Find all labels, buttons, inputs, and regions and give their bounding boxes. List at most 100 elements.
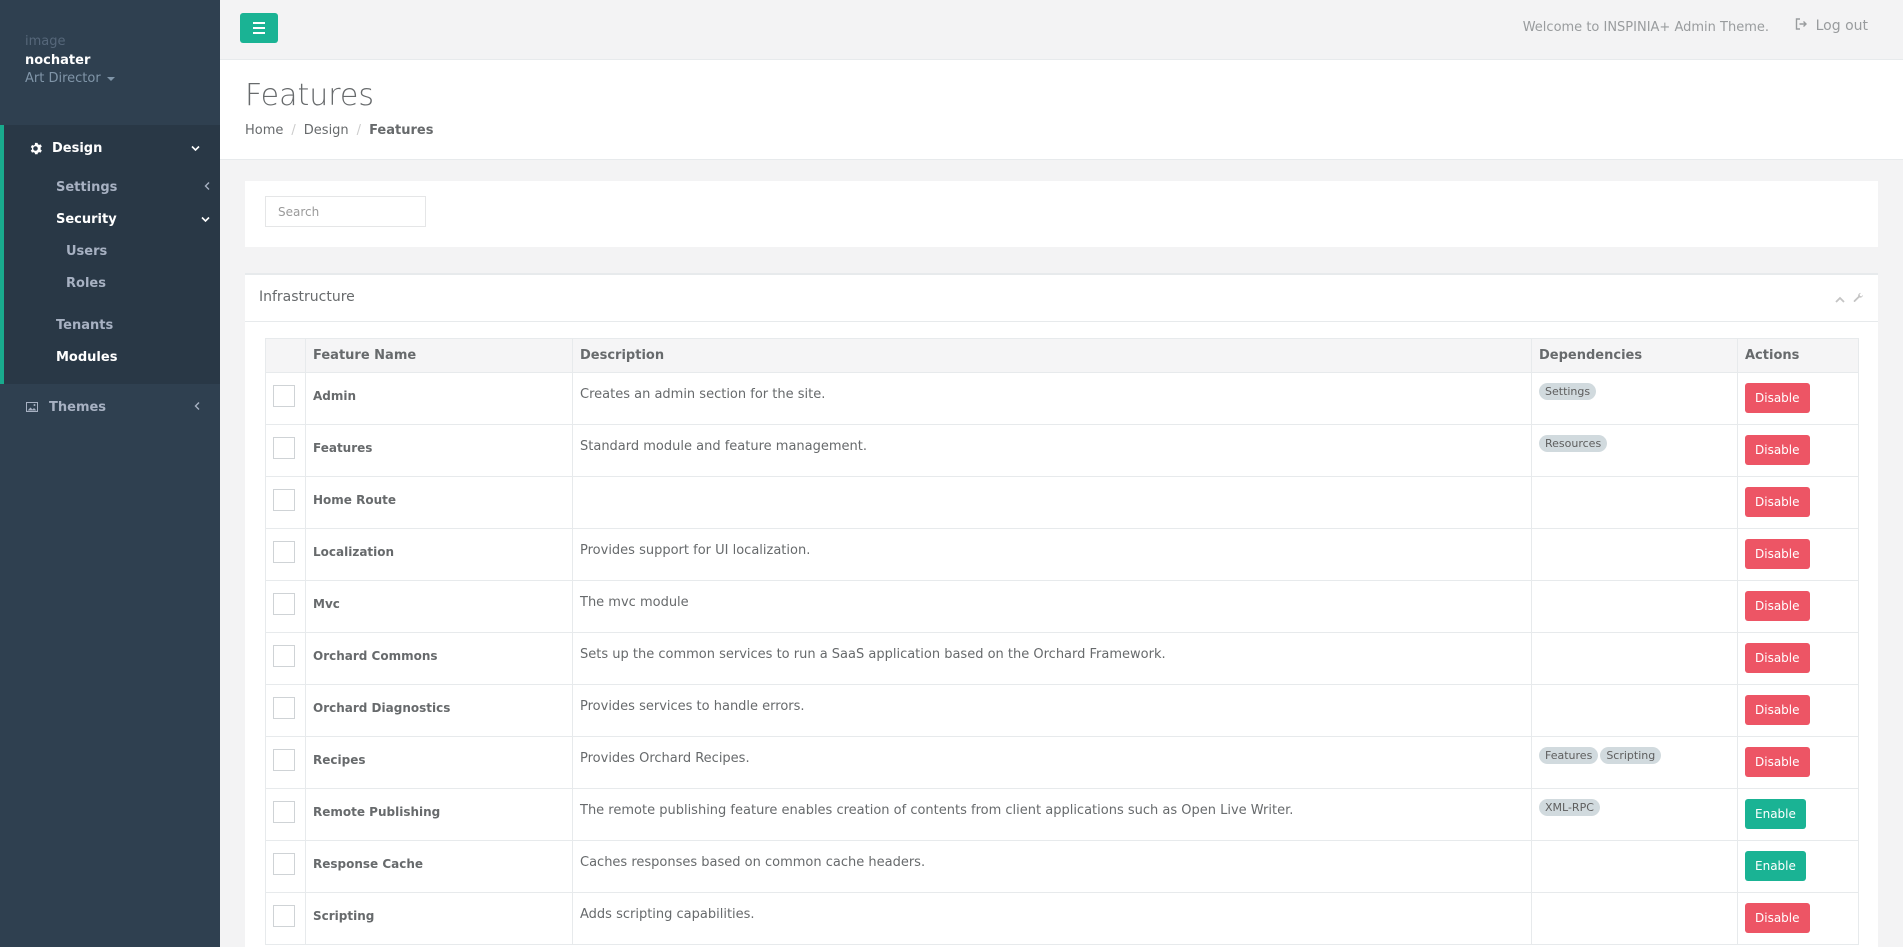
sidebar-item-design[interactable]: Design [4,125,220,171]
dependency-badge: Features [1539,747,1599,764]
feature-name: Orchard Diagnostics [305,684,573,737]
sidebar-group-design: Design Settings Security Users Roles Ten… [0,125,220,384]
gear-icon [28,141,42,155]
disable-button[interactable]: Disable [1745,487,1810,517]
feature-description: Creates an admin section for the site. [572,372,1532,425]
disable-button[interactable]: Disable [1745,435,1810,465]
breadcrumb: Home / Design / Features [245,123,433,138]
wrench-icon[interactable] [1853,292,1864,307]
search-panel [245,181,1878,247]
feature-name: Scripting [305,892,573,945]
chevron-left-icon [194,400,200,415]
select-cell [265,424,306,477]
table-row: Home Route Disable [265,476,1859,529]
breadcrumb-design[interactable]: Design [304,123,349,138]
sidebar-item-security[interactable]: Security [4,203,220,235]
actions-cell: Disable [1737,528,1859,581]
dependencies-cell [1531,580,1738,633]
dependencies-cell [1531,892,1738,945]
feature-description: The mvc module [572,580,1532,633]
column-header-select [265,338,306,373]
sidebar-item-roles[interactable]: Roles [4,267,220,299]
table-row: Remote Publishing The remote publishing f… [265,788,1859,841]
search-input[interactable] [265,196,426,227]
row-checkbox[interactable] [273,749,295,771]
actions-cell: Disable [1737,476,1859,529]
feature-name: Mvc [305,580,573,633]
feature-name: Admin [305,372,573,425]
row-checkbox[interactable] [273,697,295,719]
sidebar-item-label: Settings [56,179,118,195]
dependency-badge: Resources [1539,435,1608,452]
dependencies-cell: Features Scripting [1531,736,1738,789]
feature-description: Provides Orchard Recipes. [572,736,1532,789]
row-checkbox[interactable] [273,801,295,823]
feature-name: Localization [305,528,573,581]
breadcrumb-home[interactable]: Home [245,123,283,138]
feature-name: Orchard Commons [305,632,573,685]
chevron-down-icon [191,141,200,156]
menu-toggle-button[interactable] [240,13,278,43]
actions-cell: Disable [1737,632,1859,685]
enable-button[interactable]: Enable [1745,851,1806,881]
sidebar-item-settings[interactable]: Settings [4,171,220,203]
row-checkbox[interactable] [273,905,295,927]
column-header-feature-name: Feature Name [305,338,573,373]
disable-button[interactable]: Disable [1745,695,1810,725]
table-body: Admin Creates an admin section for the si… [265,372,1859,945]
breadcrumb-separator: / [356,123,362,138]
row-checkbox[interactable] [273,489,295,511]
column-header-actions: Actions [1737,338,1859,373]
dependency-badge: XML-RPC [1539,799,1600,816]
logout-link[interactable]: Log out [1795,18,1868,34]
disable-button[interactable]: Disable [1745,383,1810,413]
table-row: Recipes Provides Orchard Recipes. Features… [265,736,1859,789]
collapse-chevron-up-icon[interactable] [1835,292,1845,307]
disable-button[interactable]: Disable [1745,903,1810,933]
avatar[interactable]: image [25,33,195,50]
page-title: Features [245,78,374,113]
disable-button[interactable]: Disable [1745,643,1810,673]
row-checkbox[interactable] [273,541,295,563]
dependencies-cell [1531,528,1738,581]
caret-down-icon [106,76,115,81]
dependencies-cell: Resources [1531,424,1738,477]
sidebar-item-tenants[interactable]: Tenants [4,309,220,341]
select-cell [265,684,306,737]
feature-name: Recipes [305,736,573,789]
enable-button[interactable]: Enable [1745,799,1806,829]
feature-description: Provides support for UI localization. [572,528,1532,581]
table-row: Localization Provides support for UI loca… [265,528,1859,581]
select-cell [265,788,306,841]
row-checkbox[interactable] [273,385,295,407]
column-header-dependencies: Dependencies [1531,338,1738,373]
sidebar: image nochater Art Director Design Setti… [0,0,220,947]
row-checkbox[interactable] [273,593,295,615]
feature-description: Provides services to handle errors. [572,684,1532,737]
row-checkbox[interactable] [273,853,295,875]
select-cell [265,476,306,529]
page-heading: Features Home / Design / Features [220,60,1903,160]
dependency-badge: Scripting [1600,747,1662,764]
row-checkbox[interactable] [273,437,295,459]
disable-button[interactable]: Disable [1745,539,1810,569]
sidebar-item-themes[interactable]: Themes [0,384,220,430]
row-checkbox[interactable] [273,645,295,667]
select-cell [265,840,306,893]
actions-cell: Disable [1737,736,1859,789]
table-header-row: Feature Name Description Dependencies Ac… [265,338,1859,373]
sidebar-item-label: Design [52,140,103,156]
feature-description: Caches responses based on common cache h… [572,840,1532,893]
select-cell [265,736,306,789]
disable-button[interactable]: Disable [1745,747,1810,777]
picture-icon [25,400,39,414]
sidebar-item-users[interactable]: Users [4,235,220,267]
sidebar-item-modules[interactable]: Modules [4,341,220,373]
dependencies-cell [1531,840,1738,893]
chevron-down-icon [201,212,210,227]
logout-label: Log out [1815,18,1868,34]
sidebar-item-label: Security [56,211,117,227]
disable-button[interactable]: Disable [1745,591,1810,621]
profile-role-dropdown[interactable]: Art Director [25,70,195,87]
